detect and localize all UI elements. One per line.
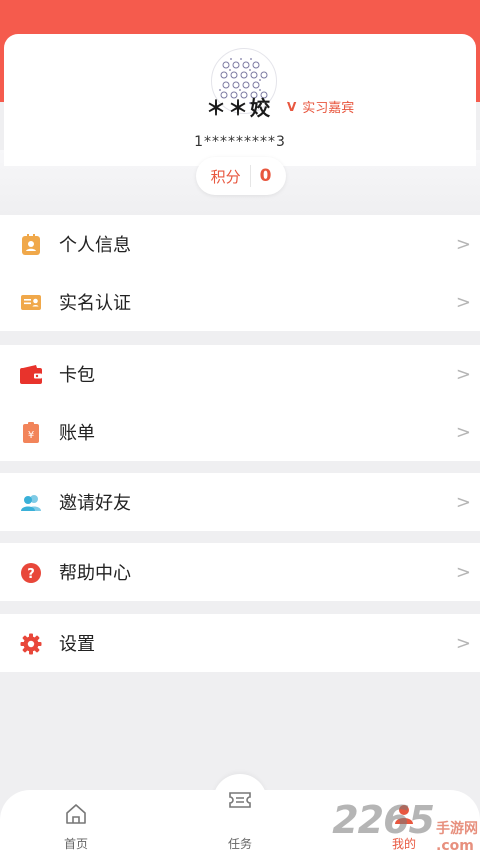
ticket-icon: [228, 789, 252, 815]
friends-icon: [19, 492, 43, 514]
chevron-right-icon: >: [455, 632, 471, 654]
id-card-icon: [19, 234, 43, 256]
home-icon: [64, 802, 88, 830]
chevron-right-icon: >: [455, 491, 471, 513]
menu-item-label: 卡包: [59, 365, 95, 386]
chevron-right-icon: >: [455, 561, 471, 583]
svg-text:?: ?: [27, 567, 35, 582]
chevron-right-icon: >: [455, 291, 471, 313]
watermark: 2265 手游网 .com: [332, 798, 478, 853]
help-icon: ?: [19, 562, 43, 584]
menu-item-label: 帮助中心: [59, 563, 131, 584]
menu-item-settings[interactable]: 设置 >: [0, 614, 480, 672]
points-pill[interactable]: 积分 0: [196, 157, 286, 195]
menu-group-invite: 邀请好友 >: [0, 473, 480, 531]
menu-item-help-center[interactable]: ? 帮助中心 >: [0, 543, 480, 601]
points-value: 0: [259, 166, 272, 186]
menu-item-invite-friends[interactable]: 邀请好友 >: [0, 473, 480, 531]
menu-item-label: 个人信息: [59, 235, 131, 256]
id-badge-icon: [19, 292, 43, 314]
phone-number: 1*********3: [194, 134, 286, 150]
menu-item-label: 邀请好友: [59, 493, 131, 514]
member-badge: V 实习嘉宾: [287, 97, 355, 117]
menu-item-bill[interactable]: ¥ 账单 >: [0, 403, 480, 461]
menu-item-label: 账单: [59, 423, 95, 444]
tab-home-label: 首页: [63, 837, 88, 851]
user-name: ＊＊姣: [206, 96, 272, 120]
watermark-domain: .com: [436, 838, 474, 853]
watermark-text: 手游网 .com: [436, 818, 478, 853]
watermark-number: 2265: [332, 798, 435, 842]
watermark-suffix: 手游网: [436, 821, 478, 837]
chevron-right-icon: >: [455, 421, 471, 443]
tab-home[interactable]: 首页: [36, 790, 116, 853]
menu-item-card-wallet[interactable]: 卡包 >: [0, 345, 480, 403]
gear-icon: [19, 633, 43, 655]
chevron-right-icon: >: [455, 363, 471, 385]
menu-group-wallet: 卡包 > ¥ 账单 >: [0, 345, 480, 461]
menu-item-real-name-auth[interactable]: 实名认证 >: [0, 273, 480, 331]
tab-tasks-label: 任务: [227, 837, 252, 851]
chevron-right-icon: >: [455, 233, 471, 255]
badge-letter: V: [287, 99, 297, 114]
menu-item-personal-info[interactable]: 个人信息 >: [0, 215, 480, 273]
menu-group-settings: 设置 >: [0, 614, 480, 672]
tab-tasks[interactable]: 任务: [200, 790, 280, 853]
menu-group-account: 个人信息 > 实名认证 >: [0, 215, 480, 331]
wallet-icon: [19, 364, 43, 386]
menu-item-label: 设置: [59, 634, 95, 655]
bill-icon: ¥: [19, 422, 43, 444]
points-divider: [249, 165, 251, 187]
points-label: 积分: [210, 167, 241, 186]
badge-text: 实习嘉宾: [302, 101, 355, 116]
svg-text:¥: ¥: [28, 430, 34, 441]
menu-item-label: 实名认证: [59, 293, 131, 314]
menu-group-help: ? 帮助中心 >: [0, 543, 480, 601]
